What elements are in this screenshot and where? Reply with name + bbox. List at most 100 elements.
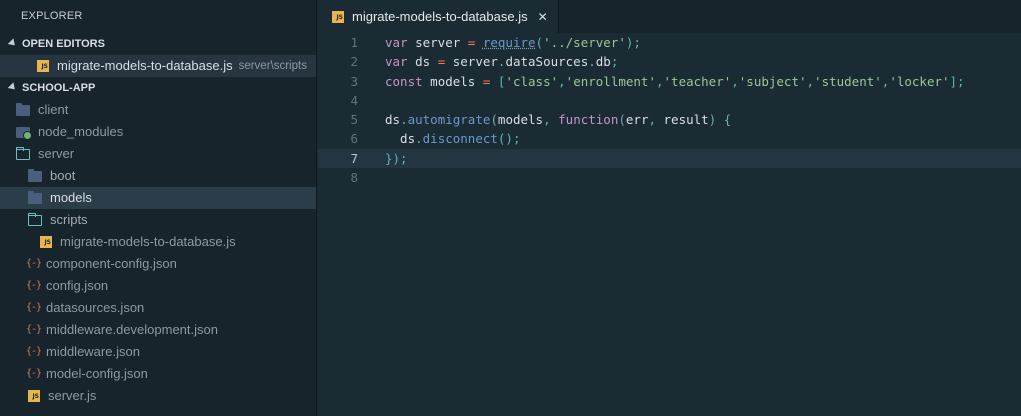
code-token: ( bbox=[535, 35, 544, 50]
json-file-icon: {-} bbox=[26, 346, 42, 357]
open-editors-header[interactable]: OPEN EDITORS bbox=[0, 33, 316, 55]
folder-icon bbox=[28, 168, 42, 182]
line-number: 5 bbox=[350, 112, 358, 128]
js-file-icon: JS bbox=[332, 10, 344, 23]
code-token: require bbox=[482, 35, 536, 50]
js-file-icon: JS bbox=[37, 60, 49, 72]
code-token: . bbox=[400, 112, 408, 128]
code-line[interactable]: 3 const models = ['class','enrollment','t… bbox=[318, 72, 1021, 91]
chevron-down-icon bbox=[7, 82, 18, 93]
code-text: var server = require('../server'); bbox=[358, 33, 641, 52]
tree-item-label: node_modules bbox=[38, 124, 124, 139]
code-token: ) { bbox=[708, 112, 732, 128]
code-token: 'enrollment' bbox=[565, 73, 656, 89]
code-token: , bbox=[648, 112, 664, 128]
code-line[interactable]: 8 bbox=[318, 168, 1021, 187]
code-token: (); bbox=[497, 131, 521, 147]
tree-item-label: middleware.development.json bbox=[46, 322, 218, 337]
tree-item-middleware[interactable]: {-} middleware.json bbox=[0, 341, 316, 363]
code-token: const bbox=[385, 73, 423, 89]
tree-item-config[interactable]: {-} config.json bbox=[0, 275, 316, 297]
tree-item-label: config.json bbox=[46, 278, 109, 293]
code-token: ; bbox=[610, 54, 619, 70]
tree-item-label: models bbox=[50, 190, 92, 205]
code-token: server bbox=[407, 35, 468, 50]
js-file-icon: JS bbox=[40, 236, 52, 248]
code-area[interactable]: 1 var server = require('../server'); 2 var … bbox=[318, 33, 1021, 187]
tab-bar: JS migrate-models-to-database.js ✕ bbox=[318, 0, 1021, 33]
tree-item-server[interactable]: server bbox=[0, 143, 316, 165]
folder-icon bbox=[28, 190, 42, 204]
code-token: , bbox=[806, 73, 815, 89]
code-token: 'teacher' bbox=[663, 73, 732, 89]
code-token: ds bbox=[385, 131, 416, 147]
tree-item-migrate-script[interactable]: JS migrate-models-to-database.js bbox=[0, 231, 316, 253]
code-token: , bbox=[543, 112, 559, 128]
json-file-icon: {-} bbox=[26, 258, 42, 269]
json-file-icon: {-} bbox=[26, 302, 42, 313]
tree-item-model-config[interactable]: {-} model-config.json bbox=[0, 363, 316, 385]
code-token: ( bbox=[490, 112, 498, 128]
node-folder-icon bbox=[16, 126, 32, 140]
tree-item-models[interactable]: models bbox=[0, 187, 316, 209]
tree-item-label: server bbox=[38, 146, 75, 161]
tree-item-datasources[interactable]: {-} datasources.json bbox=[0, 297, 316, 319]
code-line[interactable]: 7}); bbox=[318, 148, 1021, 169]
line-number: 1 bbox=[350, 35, 358, 50]
json-file-icon: {-} bbox=[26, 324, 42, 335]
code-text: var ds = server.dataSources.db; bbox=[358, 52, 618, 71]
project-label: SCHOOL-APP bbox=[22, 82, 96, 94]
code-token: 'locker' bbox=[889, 73, 950, 89]
code-token: function bbox=[558, 112, 619, 128]
tab-label: migrate-models-to-database.js bbox=[352, 9, 528, 24]
code-token: 'student' bbox=[814, 73, 882, 89]
code-token: ( bbox=[618, 112, 626, 128]
tree-item-server-js[interactable]: JS server.js bbox=[0, 385, 316, 407]
code-token: automigrate bbox=[407, 112, 491, 128]
code-token: . bbox=[415, 131, 423, 147]
open-editor-path: server\scripts bbox=[238, 60, 307, 72]
project-header[interactable]: SCHOOL-APP bbox=[0, 77, 316, 99]
folder-open-icon bbox=[15, 146, 30, 160]
code-line[interactable]: 4 bbox=[318, 91, 1021, 110]
tree-item-boot[interactable]: boot bbox=[0, 165, 316, 187]
tree-item-component-config[interactable]: {-} component-config.json bbox=[0, 253, 316, 275]
code-token: ds bbox=[385, 112, 401, 128]
code-token: , bbox=[731, 73, 739, 89]
tree-item-label: component-config.json bbox=[46, 256, 177, 271]
tree-item-label: datasources.json bbox=[46, 300, 145, 315]
open-editor-name: migrate-models-to-database.js bbox=[57, 58, 233, 73]
code-line[interactable]: 6 ds.disconnect(); bbox=[318, 129, 1021, 148]
json-file-icon: {-} bbox=[26, 280, 42, 291]
code-line[interactable]: 2 var ds = server.dataSources.db; bbox=[318, 52, 1021, 71]
line-number: 3 bbox=[350, 73, 358, 89]
line-number: 7 bbox=[350, 150, 358, 166]
explorer-title: EXPLORER bbox=[21, 10, 83, 22]
code-token: , bbox=[655, 73, 664, 89]
code-line[interactable]: 1 var server = require('../server'); bbox=[318, 33, 1021, 52]
sidebar: EXPLORER OPEN EDITORS JS migrate-models-… bbox=[0, 0, 317, 416]
code-token: server bbox=[445, 54, 498, 70]
tree-item-node-modules[interactable]: node_modules bbox=[0, 121, 316, 143]
open-editor-item[interactable]: JS migrate-models-to-database.js server\… bbox=[0, 55, 316, 77]
code-token: result bbox=[663, 112, 709, 128]
open-editors-label: OPEN EDITORS bbox=[22, 38, 105, 50]
tab-migrate-script[interactable]: JS migrate-models-to-database.js ✕ bbox=[318, 0, 559, 33]
tree-item-label: migrate-models-to-database.js bbox=[60, 234, 236, 249]
tree-item-middleware-development[interactable]: {-} middleware.development.json bbox=[0, 319, 316, 341]
tree-item-scripts[interactable]: scripts bbox=[0, 209, 316, 231]
js-file-icon: JS bbox=[28, 390, 40, 402]
close-icon[interactable]: ✕ bbox=[538, 10, 548, 24]
tree-item-label: server.js bbox=[48, 388, 97, 403]
chevron-down-icon bbox=[7, 38, 18, 49]
code-token: models bbox=[497, 112, 544, 128]
json-file-icon: {-} bbox=[26, 368, 42, 379]
code-line[interactable]: 5 ds.automigrate(models, function(err, re… bbox=[318, 110, 1021, 129]
code-token: var bbox=[385, 35, 408, 50]
tree-item-client[interactable]: client bbox=[0, 99, 316, 121]
tree-item-label: client bbox=[38, 102, 69, 117]
code-token: '../server' bbox=[543, 35, 626, 50]
